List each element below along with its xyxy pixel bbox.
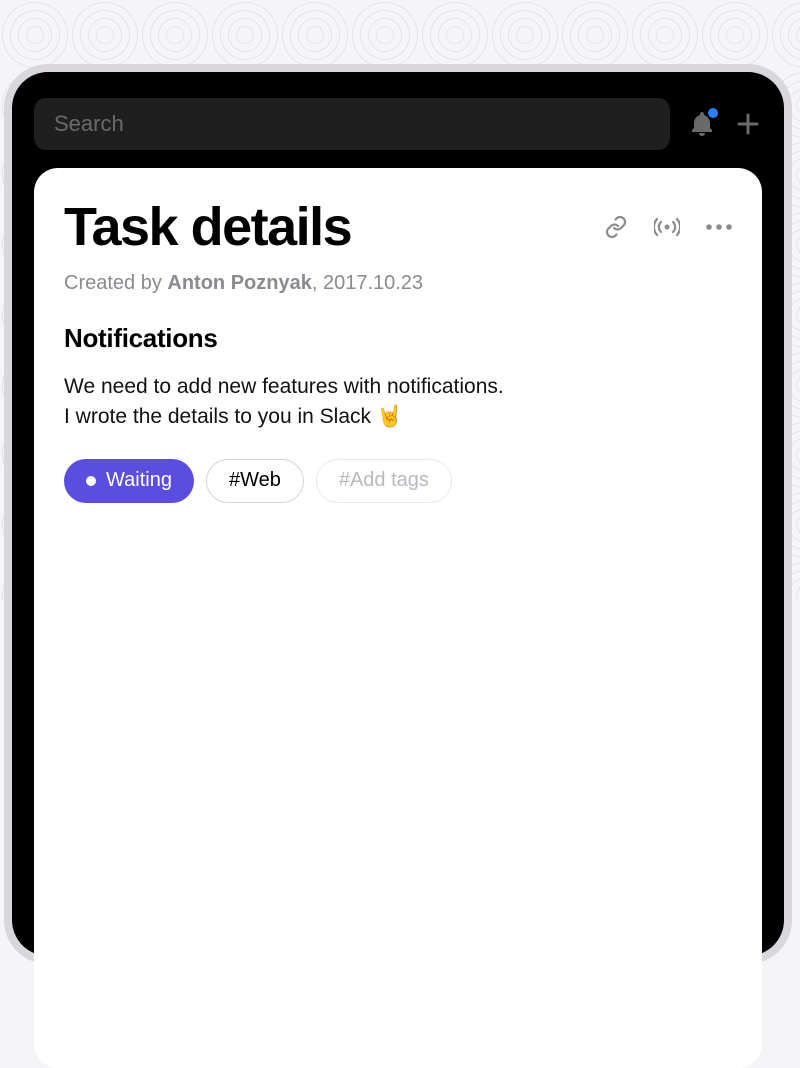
header-actions (604, 215, 732, 239)
link-button[interactable] (604, 215, 628, 239)
add-tag-button[interactable]: #Add tags (316, 459, 452, 503)
device-frame: Search Task details (4, 64, 792, 964)
card-header: Task details (64, 196, 732, 258)
notifications-button[interactable] (688, 110, 716, 138)
add-tag-label: #Add tags (339, 469, 429, 492)
task-card: Task details (34, 168, 762, 1068)
plus-icon (736, 112, 760, 136)
status-label: Waiting (106, 469, 172, 492)
search-input[interactable]: Search (34, 98, 670, 150)
page-title: Task details (64, 196, 582, 258)
device-screen: Search Task details (12, 72, 784, 956)
broadcast-icon (654, 215, 680, 239)
search-placeholder: Search (54, 111, 124, 137)
status-tag[interactable]: Waiting (64, 459, 194, 503)
topbar: Search (34, 92, 762, 168)
task-description: We need to add new features with notific… (64, 372, 732, 433)
task-meta: Created by Anton Poznyak, 2017.10.23 (64, 272, 732, 295)
status-dot-icon (86, 476, 96, 486)
more-options-button[interactable] (706, 224, 732, 230)
body-line-1: We need to add new features with notific… (64, 372, 732, 402)
web-tag[interactable]: #Web (206, 459, 304, 503)
meta-date: , 2017.10.23 (312, 272, 423, 294)
author-name: Anton Poznyak (167, 272, 311, 294)
more-icon (706, 224, 732, 230)
tags-row: Waiting #Web #Add tags (64, 459, 732, 503)
body-line-2: I wrote the details to you in Slack 🤘 (64, 402, 732, 432)
meta-prefix: Created by (64, 272, 167, 294)
web-tag-label: #Web (229, 469, 281, 492)
notification-dot (708, 108, 718, 118)
link-icon (604, 215, 628, 239)
add-button[interactable] (734, 110, 762, 138)
section-title: Notifications (64, 323, 732, 354)
broadcast-button[interactable] (654, 215, 680, 239)
